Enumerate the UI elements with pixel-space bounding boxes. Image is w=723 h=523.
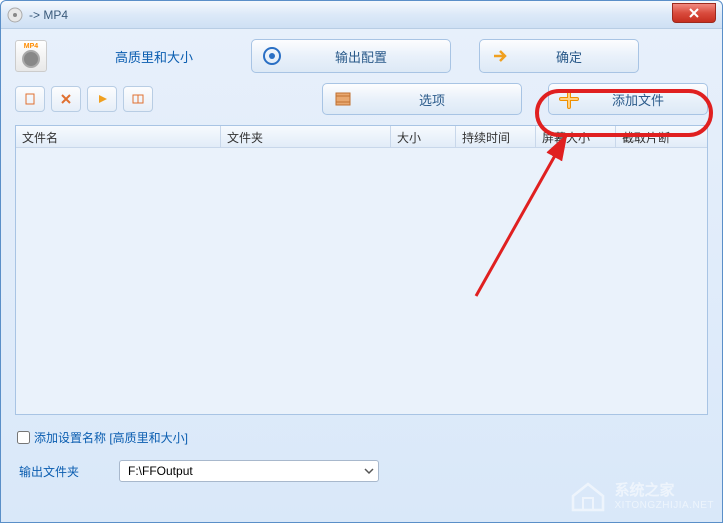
delete-icon — [59, 92, 73, 106]
add-file-button[interactable]: 添加文件 — [548, 83, 708, 115]
titlebar: -> MP4 — [1, 1, 722, 29]
ok-label: 确定 — [520, 47, 638, 66]
output-folder-label: 输出文件夹 — [19, 463, 79, 480]
content-area: 高质里和大小 输出配置 确定 — [1, 29, 722, 496]
tool-button-3[interactable] — [87, 86, 117, 112]
watermark: 系统之家 XITONGZHIJIA.NET — [567, 474, 715, 516]
col-clip[interactable]: 截取片断 — [616, 126, 707, 147]
quality-label: 高质里和大小 — [115, 47, 193, 66]
col-duration[interactable]: 持续时间 — [456, 126, 536, 147]
add-file-label: 添加文件 — [589, 90, 707, 109]
mp4-format-icon — [15, 40, 47, 72]
file-table: 文件名 文件夹 大小 持续时间 屏幕大小 截取片断 — [15, 125, 708, 415]
watermark-url: XITONGZHIJIA.NET — [615, 500, 715, 511]
play-icon — [95, 92, 109, 106]
watermark-icon — [567, 474, 609, 516]
window-title: -> MP4 — [29, 8, 68, 22]
watermark-name: 系统之家 — [615, 479, 715, 500]
toolbar-row: 选项 添加文件 — [15, 83, 708, 115]
tool-button-2[interactable] — [51, 86, 81, 112]
grid-icon — [131, 92, 145, 106]
options-label: 选项 — [363, 90, 521, 109]
app-icon — [7, 7, 23, 23]
app-window: -> MP4 高质里和大小 输出配置 确定 — [0, 0, 723, 523]
chevron-down-icon — [364, 466, 374, 476]
add-setting-checkbox[interactable] — [17, 431, 30, 444]
add-setting-row: 添加设置名称 [高质里和大小] — [17, 429, 706, 446]
col-folder[interactable]: 文件夹 — [221, 126, 391, 147]
table-header: 文件名 文件夹 大小 持续时间 屏幕大小 截取片断 — [16, 126, 707, 148]
add-setting-label: 添加设置名称 [高质里和大小] — [34, 429, 188, 446]
col-screen[interactable]: 屏幕大小 — [536, 126, 616, 147]
col-name[interactable]: 文件名 — [16, 126, 221, 147]
close-button[interactable] — [672, 3, 716, 23]
output-config-label: 输出配置 — [292, 47, 450, 66]
col-size[interactable]: 大小 — [391, 126, 456, 147]
tool-button-1[interactable] — [15, 86, 45, 112]
plus-icon — [549, 88, 589, 110]
ok-button[interactable]: 确定 — [479, 39, 639, 73]
top-row: 高质里和大小 输出配置 确定 — [15, 39, 708, 73]
document-icon — [23, 92, 37, 106]
options-button[interactable]: 选项 — [322, 83, 522, 115]
film-icon — [323, 89, 363, 109]
output-config-button[interactable]: 输出配置 — [251, 39, 451, 73]
close-icon — [689, 8, 699, 18]
output-path-value: F:\FFOutput — [128, 464, 193, 478]
tool-button-4[interactable] — [123, 86, 153, 112]
arrow-right-icon — [480, 46, 520, 66]
output-path-select[interactable]: F:\FFOutput — [119, 460, 379, 482]
gear-icon — [252, 46, 292, 66]
